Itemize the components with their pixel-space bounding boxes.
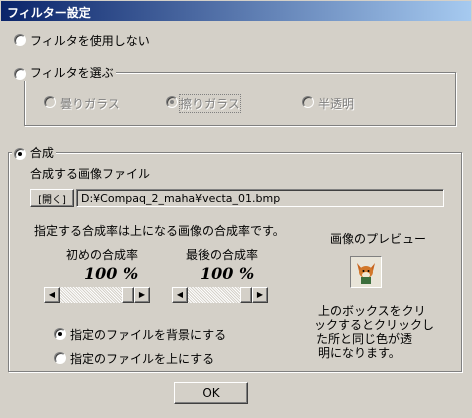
choose-filter-radio[interactable] — [14, 67, 26, 80]
title-bar: フィルター設定 — [0, 0, 472, 22]
rubbed-glass-label: 擦りガラス — [179, 94, 241, 113]
choose-filter-title: フィルタを選ぶ — [12, 64, 116, 81]
composite-title: 合成 — [12, 144, 56, 161]
rubbed-glass-radio[interactable] — [166, 96, 178, 108]
translucent-label: 半透明 — [318, 97, 355, 111]
preview-label: 画像のプレビュー — [330, 232, 427, 246]
scroll-thumb[interactable] — [122, 287, 134, 303]
fox-character-icon — [357, 263, 375, 284]
choose-filter-label: フィルタを選ぶ — [29, 66, 114, 80]
composite-label: 合成 — [29, 146, 54, 160]
top-option-label: 指定のファイルを上にする — [70, 352, 215, 366]
background-option-radio[interactable] — [54, 328, 66, 340]
final-rate-value: 100 % — [200, 264, 255, 283]
top-option-radio[interactable] — [54, 352, 66, 364]
rate-description: 指定する合成率は上になる画像の合成率です。 — [34, 224, 285, 238]
initial-rate-value: 100 % — [84, 264, 139, 283]
no-filter-label: フィルタを使用しない — [30, 34, 150, 48]
translucent-radio[interactable] — [302, 96, 314, 108]
initial-rate-label: 初めの合成率 — [66, 248, 139, 262]
window-title: フィルター設定 — [7, 6, 91, 20]
radio-dot — [170, 100, 174, 104]
background-option-label: 指定のファイルを背景にする — [70, 328, 227, 342]
scroll-right-button[interactable]: ▶ — [134, 287, 150, 303]
final-rate-label: 最後の合成率 — [186, 248, 259, 262]
initial-rate-slider[interactable]: ◀ ▶ — [44, 287, 150, 303]
open-file-button[interactable]: [開く] — [30, 189, 74, 207]
no-filter-radio[interactable] — [14, 34, 26, 46]
scroll-thumb[interactable] — [240, 287, 252, 303]
preview-hint-line: 明になります。 — [318, 346, 401, 360]
final-rate-slider[interactable]: ◀ ▶ — [172, 287, 268, 303]
ok-button[interactable]: OK — [174, 382, 248, 404]
file-path-field[interactable]: D:¥Compaq_2_maha¥vecta_01.bmp — [76, 189, 444, 207]
composite-file-label: 合成する画像ファイル — [30, 167, 151, 181]
composite-radio[interactable] — [14, 147, 26, 160]
scroll-right-button[interactable]: ▶ — [252, 287, 268, 303]
frosted-glass-label: 曇りガラス — [60, 97, 120, 111]
scroll-left-button[interactable]: ◀ — [172, 287, 188, 303]
radio-dot — [58, 332, 62, 336]
frosted-glass-radio[interactable] — [44, 96, 56, 108]
radio-dot — [18, 151, 22, 156]
scroll-left-button[interactable]: ◀ — [44, 287, 60, 303]
preview-image[interactable] — [350, 256, 382, 288]
